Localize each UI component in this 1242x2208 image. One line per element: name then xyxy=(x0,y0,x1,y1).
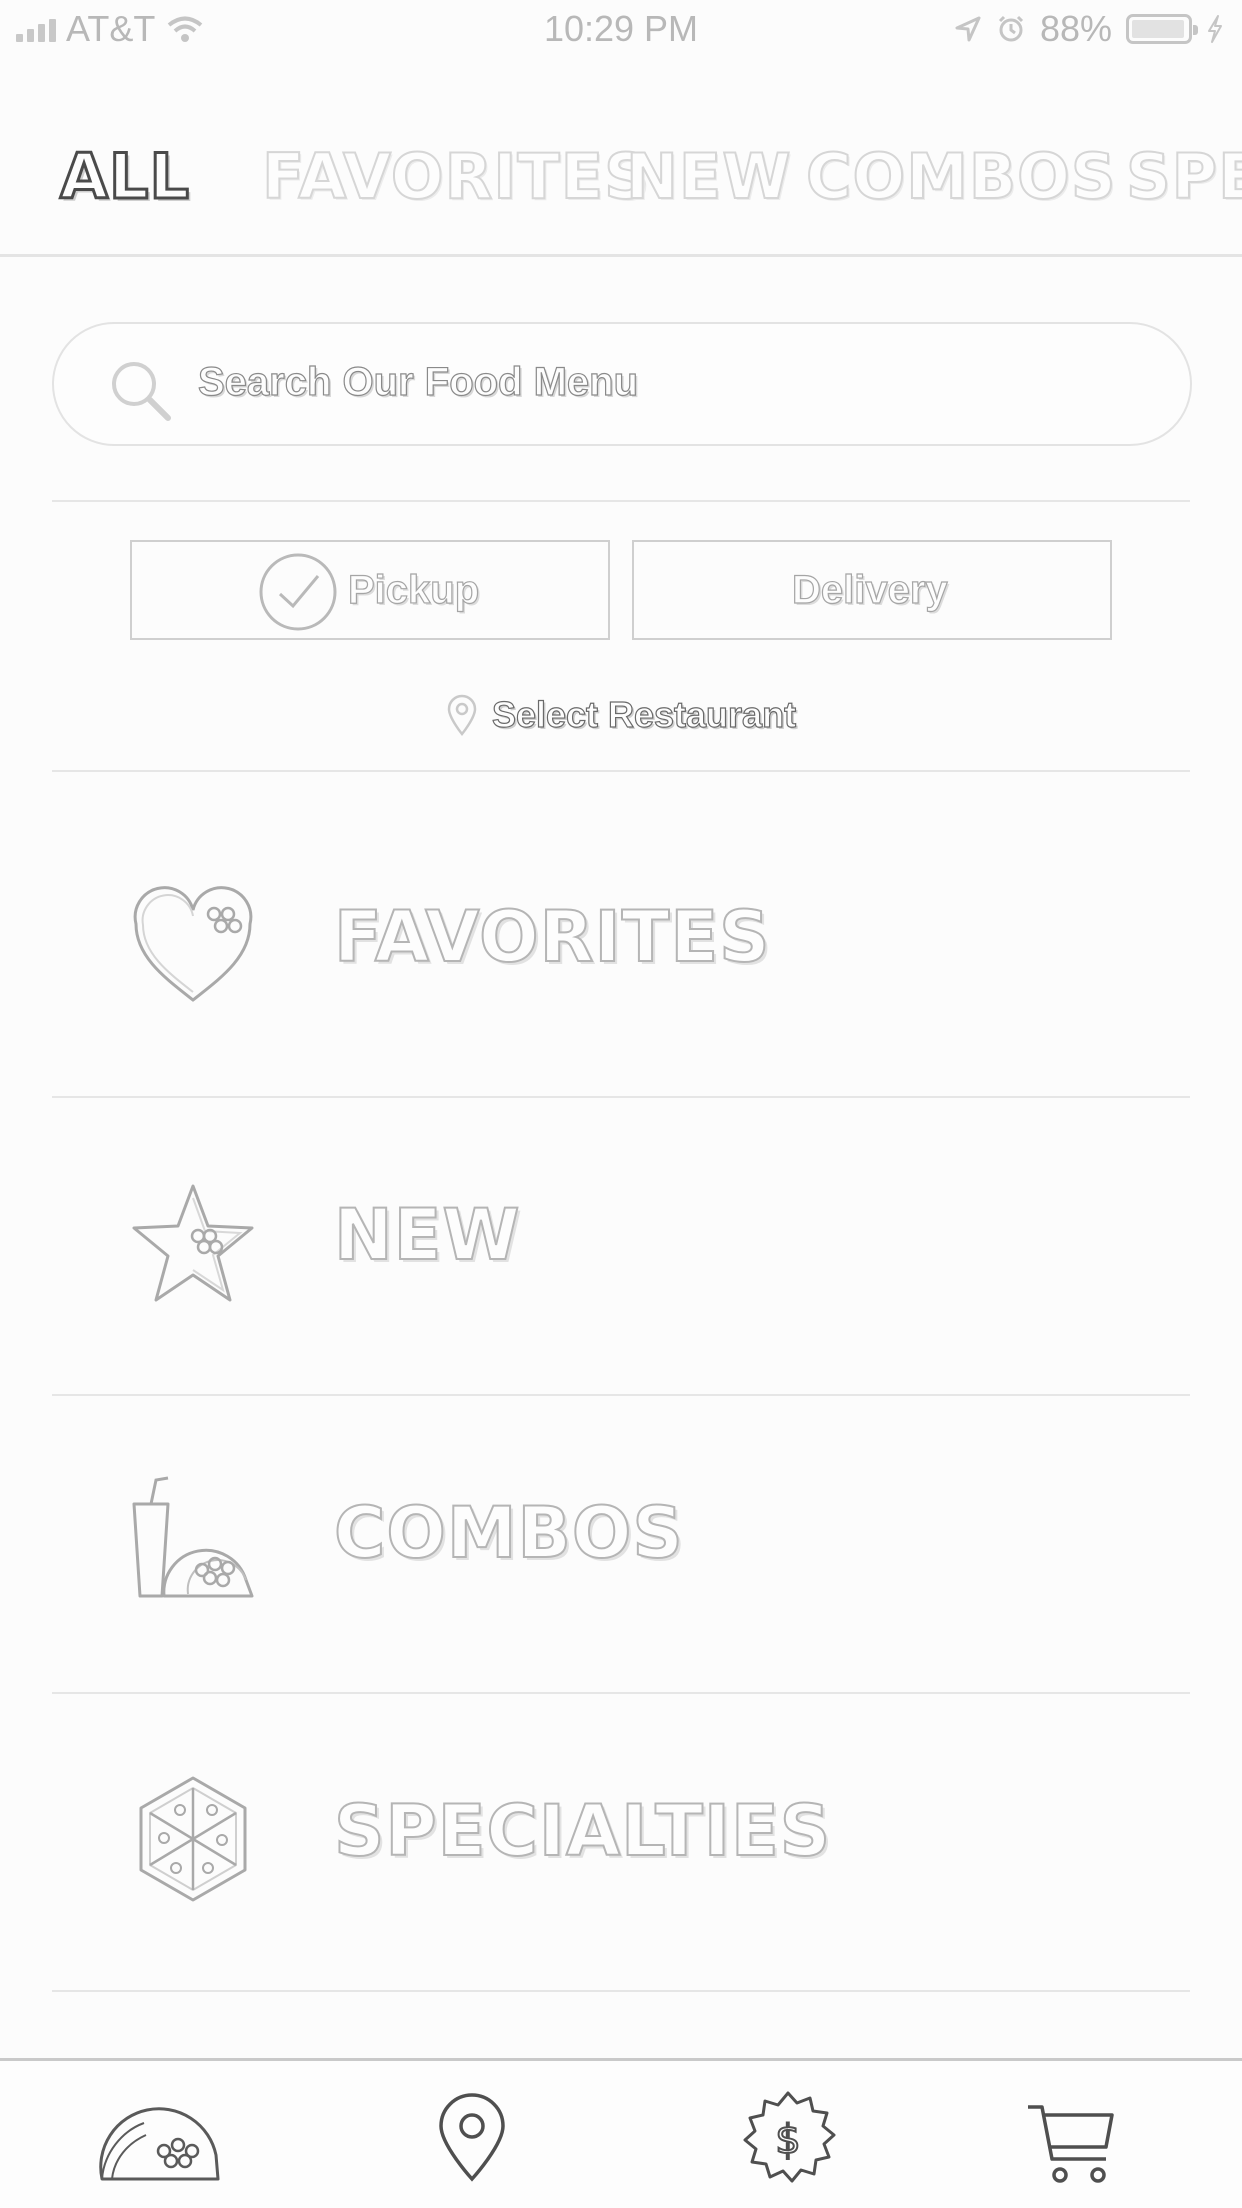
category-label: FAVORITES xyxy=(333,895,771,979)
status-bar-right: 88% xyxy=(954,8,1224,50)
taco-icon[interactable] xyxy=(94,2103,224,2183)
search-icon xyxy=(112,362,171,421)
select-restaurant-label: Select Restaurant xyxy=(491,693,797,735)
category-label: COMBOS xyxy=(333,1491,684,1575)
map-pin-icon xyxy=(447,694,477,736)
delivery-button[interactable]: Delivery xyxy=(632,540,1112,640)
category-row-new[interactable]: NEW xyxy=(52,1098,1190,1394)
pickup-button[interactable]: Pickup xyxy=(130,540,610,640)
battery-icon xyxy=(1126,14,1198,44)
divider xyxy=(52,1990,1190,1992)
divider xyxy=(52,500,1190,502)
check-circle-icon xyxy=(259,553,337,631)
charging-icon xyxy=(1208,15,1222,43)
category-label: SPECIALTIES xyxy=(333,1789,832,1873)
category-row-favorites[interactable]: FAVORITES xyxy=(52,800,1190,1096)
pickup-label: Pickup xyxy=(347,567,480,612)
bottom-nav: $ xyxy=(0,2058,1242,2208)
drink-taco-icon xyxy=(132,1476,254,1598)
menu-screen: AT&T 10:29 PM 88% ALL FAVORITES NEW COMB… xyxy=(0,0,1242,2208)
search-field[interactable]: Search Our Food Menu xyxy=(52,322,1192,446)
tabs-divider xyxy=(0,254,1242,257)
divider xyxy=(52,770,1190,772)
star-icon xyxy=(132,1184,254,1302)
search-placeholder: Search Our Food Menu xyxy=(197,359,639,404)
tab-favorites[interactable]: FAVORITES xyxy=(261,139,650,214)
select-restaurant-link[interactable]: Select Restaurant xyxy=(0,693,1242,736)
tab-new[interactable]: NEW xyxy=(625,139,792,214)
tab-all[interactable]: ALL xyxy=(59,139,191,215)
crunchwrap-icon xyxy=(139,1776,247,1902)
category-label: NEW xyxy=(333,1193,521,1277)
category-row-specialties[interactable]: SPECIALTIES xyxy=(52,1694,1190,1990)
cart-icon[interactable] xyxy=(1026,2103,1116,2185)
alarm-icon xyxy=(998,15,1023,42)
category-tabs: ALL FAVORITES NEW COMBOS SPEC xyxy=(0,120,1242,240)
delivery-label: Delivery xyxy=(791,567,948,612)
category-row-combos[interactable]: COMBOS xyxy=(52,1396,1190,1692)
svg-text:$: $ xyxy=(775,2117,800,2163)
battery-percent: 88% xyxy=(1039,8,1112,49)
location-arrow-icon xyxy=(955,16,981,42)
tab-combos[interactable]: COMBOS xyxy=(805,139,1117,214)
location-pin-icon[interactable] xyxy=(436,2093,508,2183)
heart-icon xyxy=(133,886,253,1002)
status-bar: AT&T 10:29 PM 88% xyxy=(0,0,1242,62)
dollar-badge-icon[interactable]: $ xyxy=(740,2091,836,2187)
tab-specialties[interactable]: SPEC xyxy=(1125,139,1242,214)
